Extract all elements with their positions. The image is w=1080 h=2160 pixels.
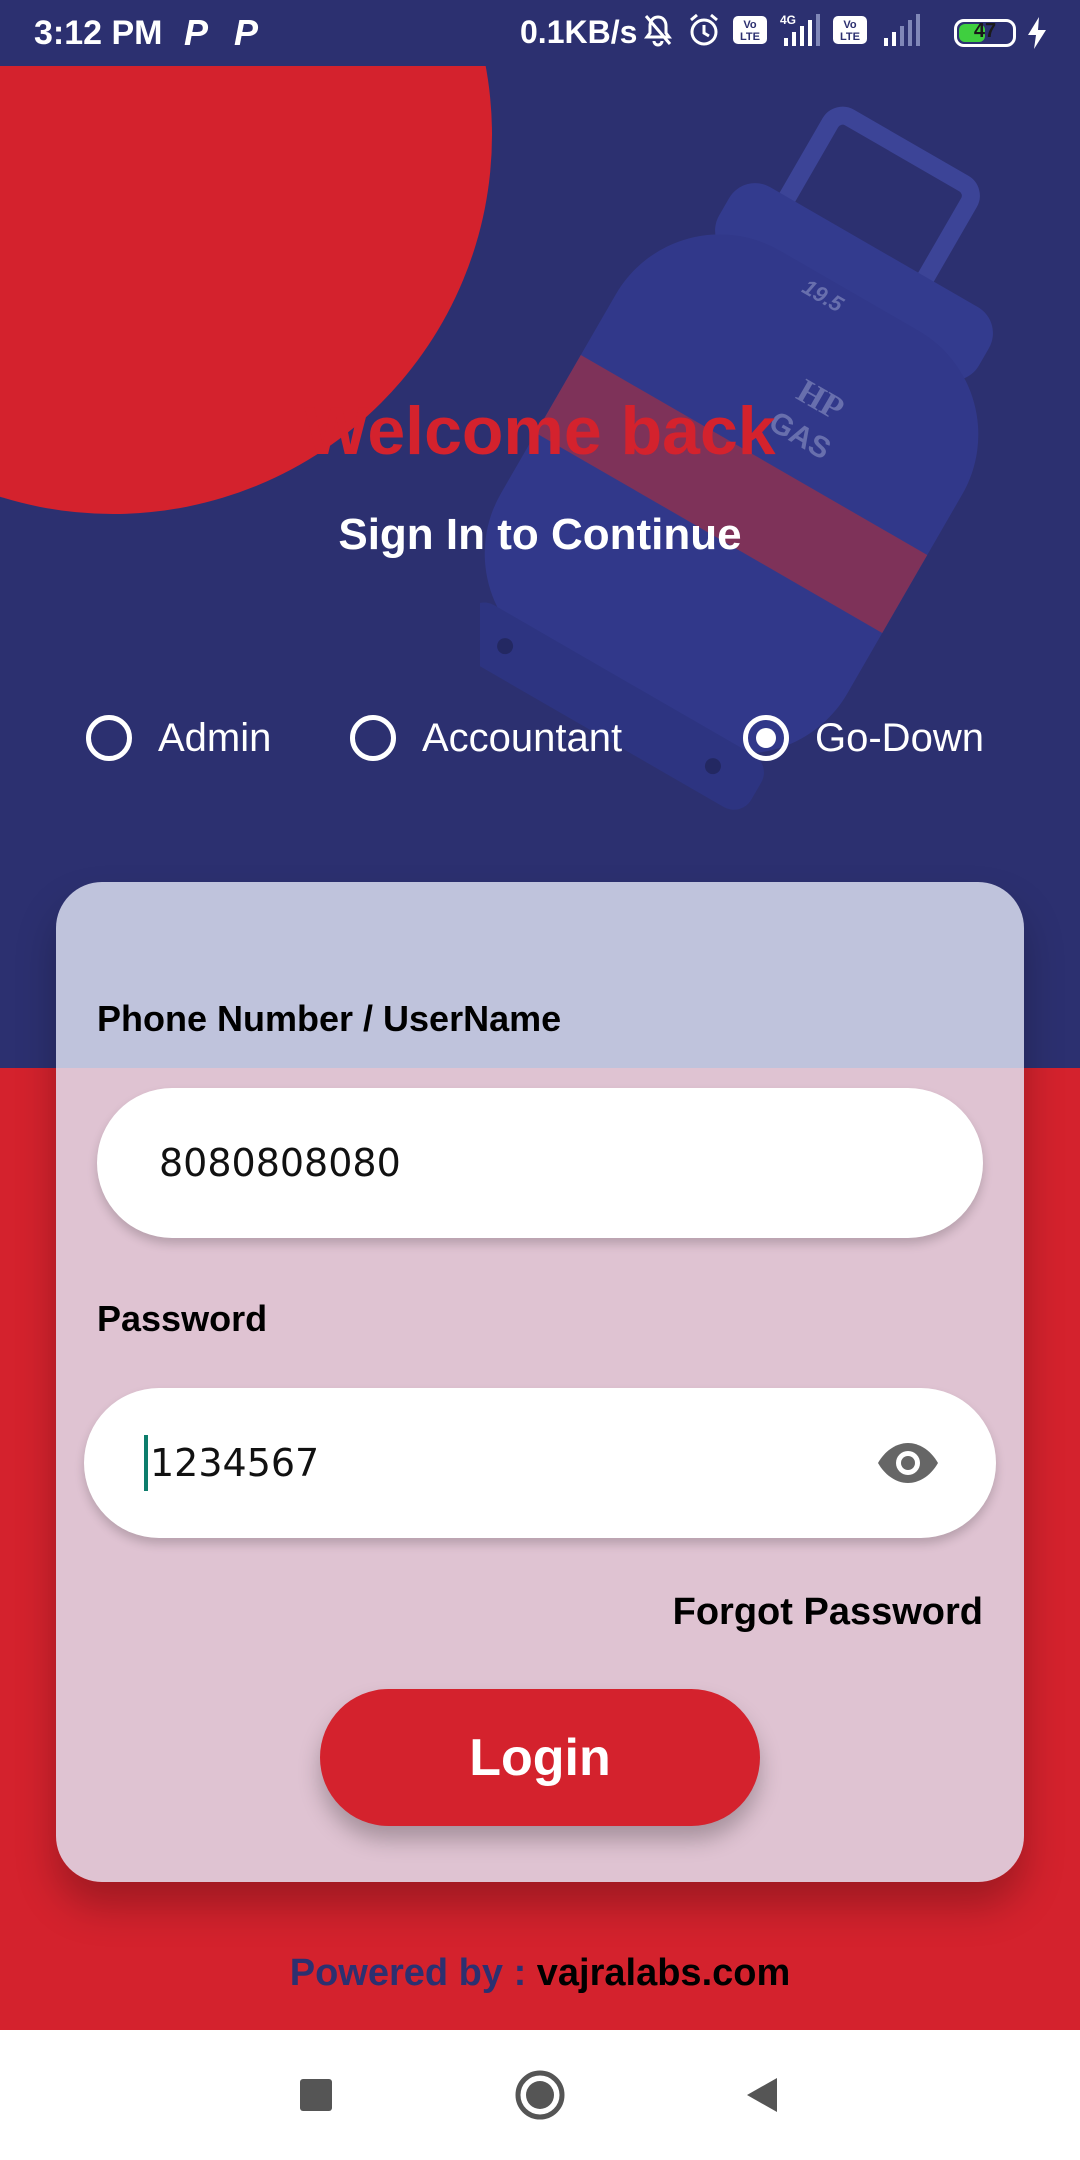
mute-icon <box>644 15 672 47</box>
sign-in-subtitle: Sign In to Continue <box>338 510 742 559</box>
username-input[interactable]: 8080808080 <box>97 1088 983 1238</box>
charging-icon <box>1028 17 1046 49</box>
forgot-password-link[interactable]: Forgot Password <box>673 1591 983 1634</box>
svg-text:4G: 4G <box>780 13 796 27</box>
role-option-accountant[interactable]: Accountant <box>350 715 622 761</box>
volte-icon: Vo LTE <box>833 16 867 44</box>
status-time: 3:12 PM <box>34 14 163 52</box>
signal-icon <box>884 14 920 46</box>
password-value: 1234567 <box>150 1441 320 1485</box>
powered-by-label: Powered by : <box>289 1952 527 1994</box>
welcome-heading: Welcome back <box>304 393 776 469</box>
back-icon[interactable] <box>745 2076 779 2114</box>
powered-by-footer: Powered by : vajralabs.com <box>0 1952 1080 1995</box>
powered-by-site[interactable]: vajralabs.com <box>537 1952 790 1994</box>
role-selector: Admin Accountant Go-Down <box>0 715 1080 775</box>
radio-accountant[interactable] <box>350 715 396 761</box>
svg-text:Vo: Vo <box>843 19 857 31</box>
signal-icon: 4G <box>780 13 820 46</box>
password-input[interactable]: 1234567 <box>84 1388 996 1538</box>
navigation-bar <box>0 2030 1080 2160</box>
role-option-admin[interactable]: Admin <box>86 715 271 761</box>
svg-text:Vo: Vo <box>743 19 757 31</box>
volte-icon: Vo LTE <box>733 16 767 44</box>
role-label-admin: Admin <box>158 715 272 760</box>
recents-icon[interactable] <box>299 2078 333 2112</box>
login-screen: HP GAS 19.5 3:12 PM P P 0.1KB/s Vo LTE 4… <box>0 0 1080 2160</box>
role-option-go-down[interactable]: Go-Down <box>743 715 984 761</box>
home-icon[interactable] <box>514 2069 566 2121</box>
login-button[interactable]: Login <box>320 1689 760 1826</box>
battery-level: 47 <box>973 20 997 42</box>
text-caret <box>144 1435 148 1491</box>
username-value: 8080808080 <box>159 1141 401 1185</box>
status-bar: 3:12 PM P P 0.1KB/s Vo LTE 4G Vo LTE 47 <box>0 0 1080 66</box>
status-icons: Vo LTE 4G Vo LTE <box>640 12 922 48</box>
username-label: Phone Number / UserName <box>97 998 562 1039</box>
password-label: Password <box>97 1298 268 1339</box>
role-label-go-down: Go-Down <box>815 715 984 760</box>
battery-icon: 47 <box>954 19 1016 47</box>
radio-go-down[interactable] <box>743 715 789 761</box>
role-label-accountant: Accountant <box>422 715 623 760</box>
alarm-icon <box>690 13 718 46</box>
notification-p-icon: P <box>184 12 209 53</box>
network-speed: 0.1KB/s <box>520 14 638 50</box>
svg-text:LTE: LTE <box>740 31 760 43</box>
radio-admin[interactable] <box>86 715 132 761</box>
svg-text:LTE: LTE <box>840 31 860 43</box>
eye-icon[interactable] <box>876 1441 940 1485</box>
notification-p-icon: P <box>234 12 259 53</box>
